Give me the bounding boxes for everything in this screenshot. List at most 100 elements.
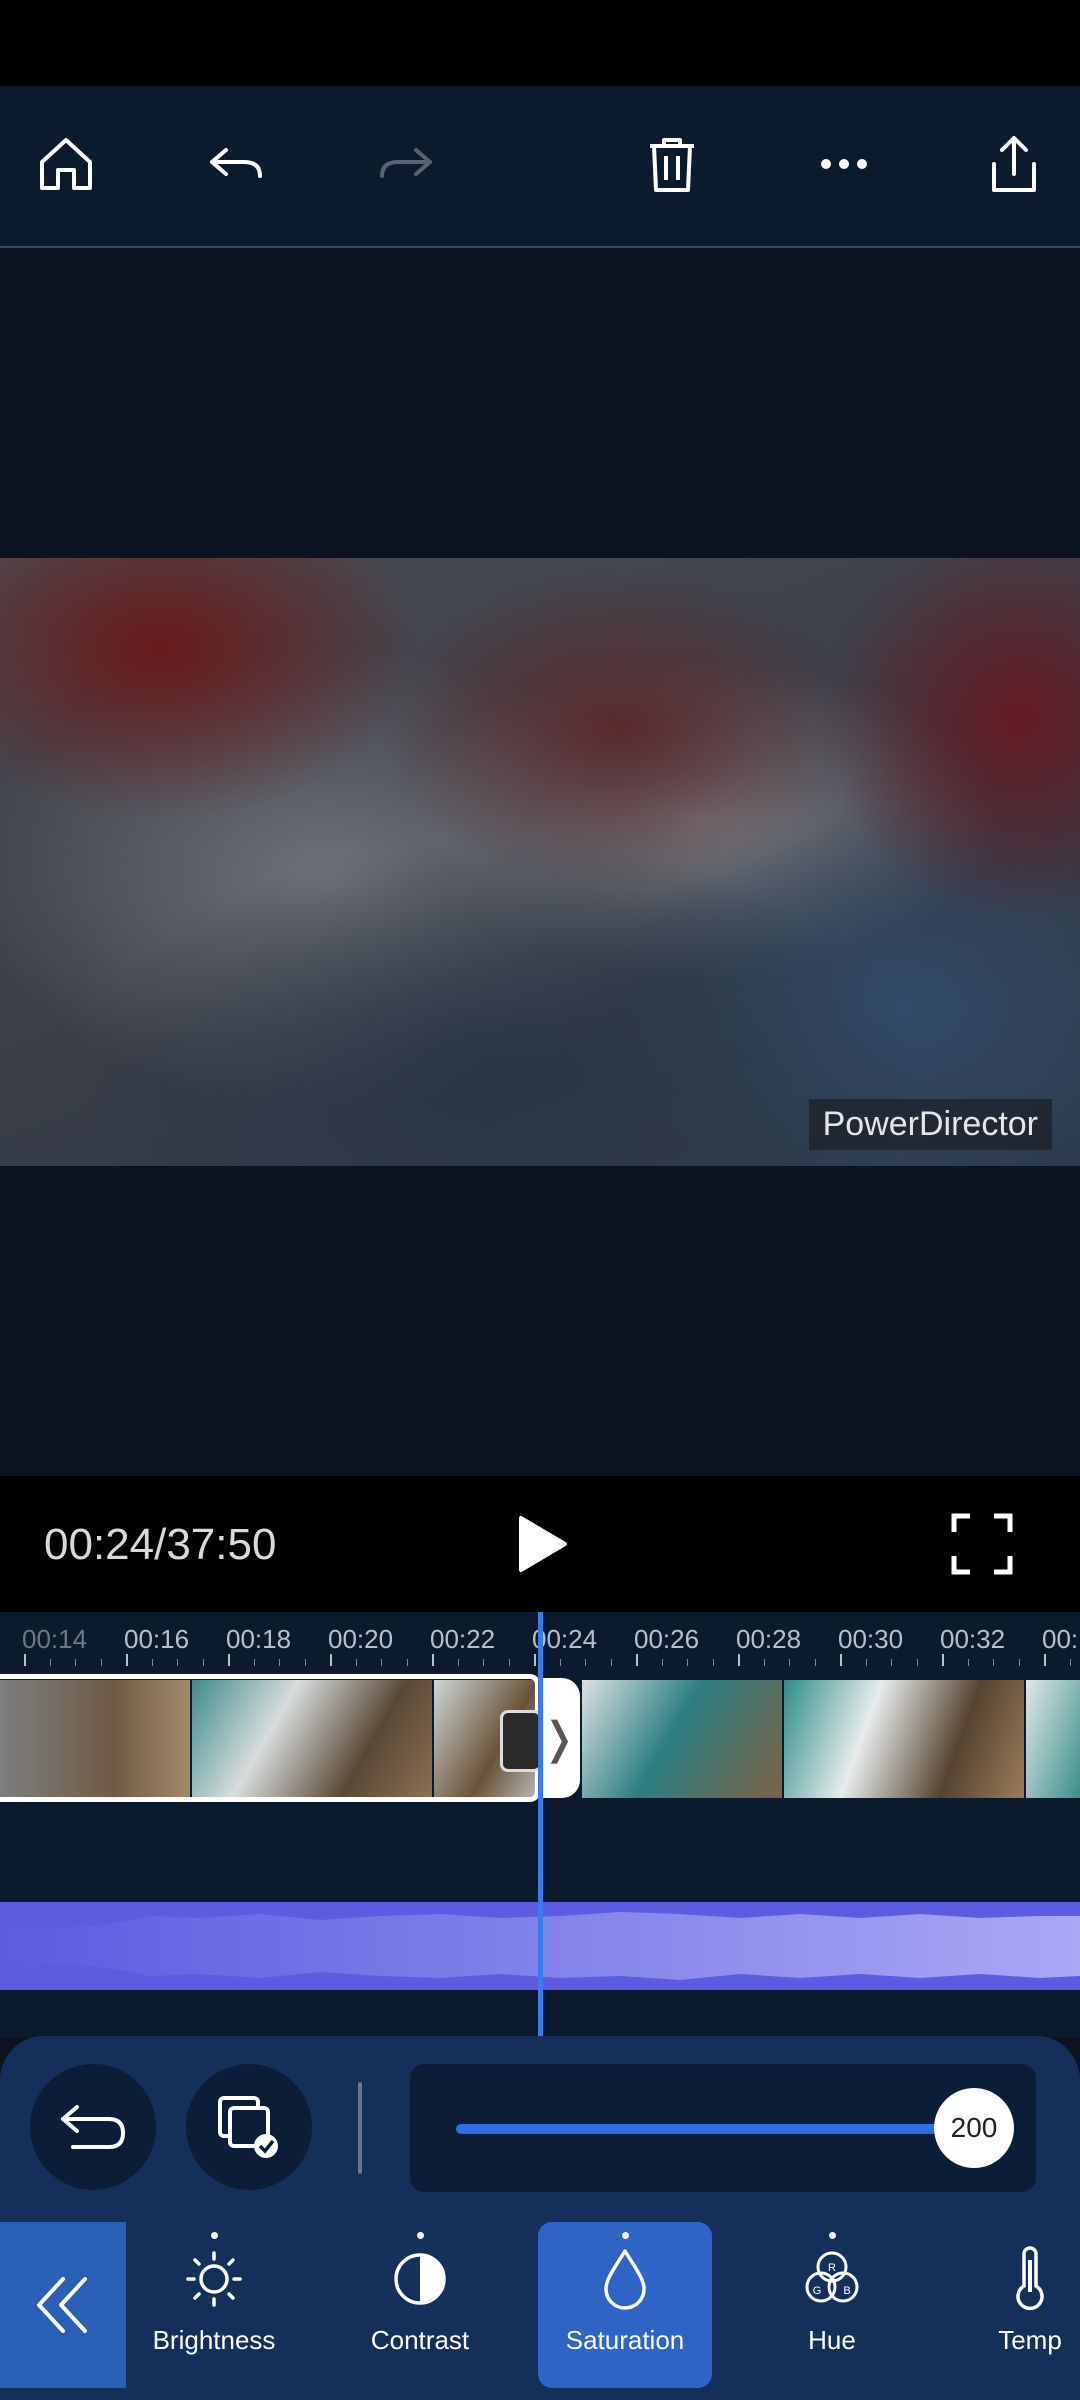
svg-text:G: G	[813, 2285, 822, 2297]
tool-contrast[interactable]: Contrast	[350, 2222, 490, 2388]
delete-button[interactable]	[622, 114, 722, 214]
tick-minor	[763, 1659, 765, 1666]
clip-thumbnail	[784, 1680, 1024, 1798]
home-button[interactable]	[16, 114, 116, 214]
undo-arrow-icon	[61, 2105, 125, 2149]
tick-label: 00:22	[430, 1624, 496, 1654]
video-preview[interactable]: PowerDirector	[0, 558, 1080, 1166]
tick-minor	[508, 1659, 510, 1666]
delete-icon	[650, 138, 694, 192]
tool-brightness[interactable]: Brightness	[144, 2222, 284, 2388]
tool-saturation[interactable]: Saturation	[538, 2222, 712, 2388]
tool-label: Temp	[998, 2325, 1062, 2355]
tool-temp[interactable]: Temp	[980, 2222, 1080, 2388]
collapse-button[interactable]	[0, 2222, 126, 2388]
tick-label: 00:	[1042, 1624, 1079, 1654]
tick-minor	[865, 1659, 867, 1666]
tool-label: Brightness	[152, 2325, 276, 2355]
undo-button[interactable]	[186, 114, 286, 214]
chevron-right-icon: ❭	[540, 1713, 578, 1763]
tool-label: Contrast	[370, 2325, 470, 2355]
tool-label: Saturation	[565, 2325, 685, 2355]
tick-minor	[304, 1659, 306, 1666]
tick-label: 00:28	[736, 1624, 802, 1654]
share-button[interactable]	[964, 114, 1064, 214]
tick-major	[840, 1654, 842, 1666]
tick-minor	[687, 1659, 688, 1666]
tick-minor	[100, 1659, 102, 1666]
clip-thumbnail	[1026, 1680, 1080, 1798]
tick-minor	[483, 1659, 484, 1666]
trim-handle[interactable]: ❭	[538, 1678, 580, 1798]
tick-major	[432, 1654, 434, 1666]
divider	[358, 2082, 362, 2174]
timeline[interactable]: 00:14 00:16 00:18 00:20 00:22 00:24 00:26 00:28…	[0, 1612, 1080, 2038]
tick-minor	[967, 1659, 969, 1666]
playhead[interactable]	[538, 1612, 543, 2038]
undo-icon	[210, 148, 262, 178]
more-icon	[821, 159, 867, 169]
share-icon	[992, 136, 1036, 192]
watermark: PowerDirector	[808, 1099, 1052, 1150]
tick-minor	[75, 1659, 76, 1666]
tick-minor	[381, 1659, 382, 1666]
tick-major	[24, 1654, 26, 1666]
thermometer-icon	[1016, 2246, 1044, 2311]
status-bar	[0, 0, 1080, 86]
fullscreen-icon	[951, 1513, 1013, 1575]
tick-minor	[177, 1659, 178, 1666]
tick-minor	[1069, 1659, 1071, 1666]
tool-label: Hue	[808, 2325, 856, 2355]
indicator-dot	[828, 2232, 836, 2239]
svg-text:R: R	[828, 2262, 836, 2274]
more-button[interactable]	[794, 114, 894, 214]
keyframe-marker[interactable]	[500, 1710, 542, 1772]
tick-label: 00:18	[226, 1624, 292, 1654]
apply-all-icon	[218, 2096, 278, 2158]
tick-major	[228, 1654, 230, 1666]
tick-minor	[355, 1659, 357, 1666]
tick-label: 00:32	[940, 1624, 1006, 1654]
svg-text:B: B	[843, 2285, 850, 2297]
tick-minor	[279, 1659, 280, 1666]
tick-major	[1044, 1654, 1046, 1666]
play-button[interactable]	[500, 1502, 584, 1586]
slider-knob[interactable]: 200	[934, 2088, 1014, 2168]
tick-label: 00:16	[124, 1624, 190, 1654]
top-toolbar	[0, 86, 1080, 248]
fullscreen-button[interactable]	[948, 1510, 1016, 1578]
tick-major	[738, 1654, 740, 1666]
tick-major	[534, 1654, 536, 1666]
tick-minor	[789, 1659, 790, 1666]
tick-minor	[814, 1659, 816, 1666]
indicator-dot	[210, 2232, 218, 2239]
reset-button[interactable]	[30, 2064, 156, 2190]
contrast-icon	[394, 2253, 446, 2305]
tool-hue[interactable]: R G B Hue	[762, 2222, 902, 2388]
tick-minor	[891, 1659, 892, 1666]
tick-major	[636, 1654, 638, 1666]
indicator-dot	[621, 2232, 629, 2239]
tick-minor	[457, 1659, 459, 1666]
tick-major	[330, 1654, 332, 1666]
apply-to-all-button[interactable]	[186, 2064, 312, 2190]
time-readout: 00:24/37:50	[44, 1520, 277, 1569]
rgb-icon: R G B	[805, 2251, 859, 2303]
double-chevron-left-icon	[37, 2277, 87, 2333]
tick-minor	[916, 1659, 918, 1666]
slider-track[interactable]	[456, 2124, 980, 2134]
tick-label: 00:30	[838, 1624, 904, 1654]
tick-minor	[406, 1659, 408, 1666]
tick-major	[126, 1654, 128, 1666]
tick-minor	[661, 1659, 663, 1666]
indicator-dot	[416, 2232, 424, 2239]
redo-icon	[380, 148, 432, 178]
adjust-tools-bar: Brightness Contrast Saturation R G B Hue…	[0, 2220, 1080, 2400]
selected-clip-outline[interactable]	[0, 1674, 540, 1802]
home-icon	[40, 138, 92, 190]
tick-minor	[993, 1659, 994, 1666]
redo-button[interactable]	[356, 114, 456, 214]
tick-minor	[202, 1659, 204, 1666]
saturation-slider[interactable]: 200	[410, 2064, 1036, 2192]
tick-minor	[151, 1659, 153, 1666]
